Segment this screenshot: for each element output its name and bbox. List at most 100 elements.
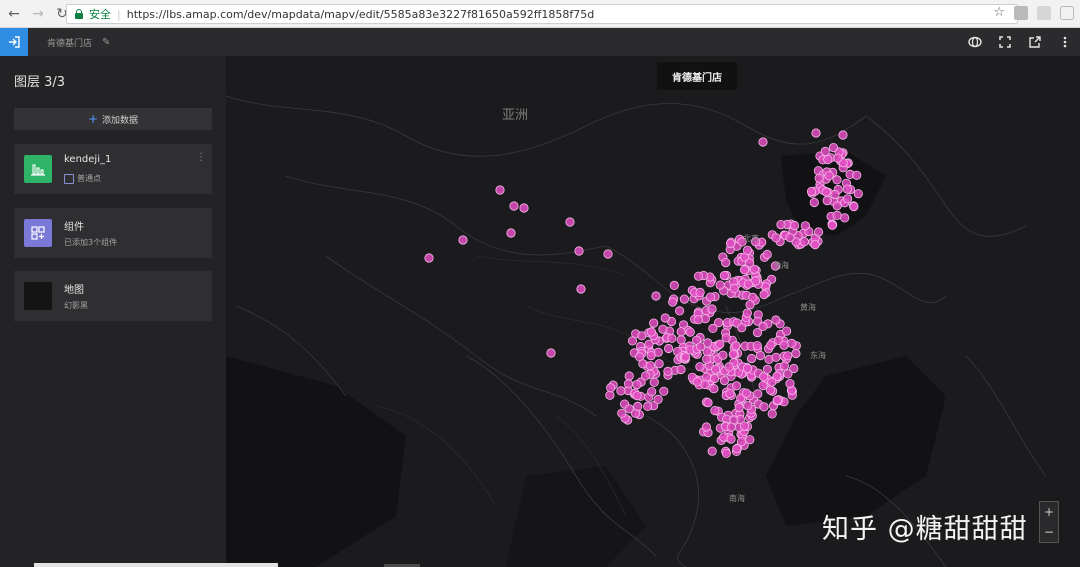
card-menu-icon[interactable]: ⋮ xyxy=(196,152,206,163)
store-point[interactable] xyxy=(759,289,769,300)
store-point[interactable] xyxy=(606,383,616,393)
store-point[interactable] xyxy=(715,280,725,290)
store-point[interactable] xyxy=(745,300,755,310)
store-point[interactable] xyxy=(814,173,824,183)
store-point[interactable] xyxy=(509,201,519,211)
store-point[interactable] xyxy=(832,210,842,220)
store-point[interactable] xyxy=(742,363,753,374)
store-point[interactable] xyxy=(506,228,516,238)
store-point[interactable] xyxy=(832,175,842,185)
store-point[interactable] xyxy=(822,196,832,206)
store-point[interactable] xyxy=(695,362,705,372)
store-point[interactable] xyxy=(783,369,793,379)
exit-button[interactable] xyxy=(0,28,28,56)
store-point[interactable] xyxy=(767,409,777,419)
store-point[interactable] xyxy=(779,361,790,371)
store-point[interactable] xyxy=(759,372,769,382)
store-point[interactable] xyxy=(627,336,638,346)
store-point[interactable] xyxy=(739,421,750,431)
fullscreen-icon[interactable] xyxy=(998,35,1012,49)
store-point[interactable] xyxy=(824,171,834,181)
store-point[interactable] xyxy=(726,434,736,444)
store-point[interactable] xyxy=(647,387,657,397)
store-point[interactable] xyxy=(605,390,615,400)
store-point[interactable] xyxy=(758,321,768,331)
store-point[interactable] xyxy=(646,327,656,337)
store-point[interactable] xyxy=(695,287,705,297)
bookmark-star-icon[interactable]: ☆ xyxy=(993,5,1005,20)
3d-view-icon[interactable] xyxy=(968,35,982,49)
layer-card-widgets[interactable]: 组件 已添加3个组件 xyxy=(14,208,212,258)
extension-icon[interactable] xyxy=(1014,5,1028,20)
store-point[interactable] xyxy=(679,294,689,304)
store-point[interactable] xyxy=(685,327,695,337)
store-point[interactable] xyxy=(732,444,742,454)
store-point[interactable] xyxy=(731,341,741,351)
store-point[interactable] xyxy=(676,327,686,337)
store-point[interactable] xyxy=(781,326,792,336)
store-point[interactable] xyxy=(663,366,673,376)
pencil-icon[interactable]: ✎ xyxy=(102,37,110,48)
project-title[interactable]: 肯德基门店 xyxy=(47,36,92,49)
more-vertical-icon[interactable] xyxy=(1058,35,1072,49)
store-point[interactable] xyxy=(849,202,859,212)
store-point[interactable] xyxy=(721,258,731,268)
store-point[interactable] xyxy=(653,347,663,357)
store-point[interactable] xyxy=(771,352,781,362)
store-point[interactable] xyxy=(809,197,819,208)
zoom-in-icon[interactable]: + xyxy=(1044,505,1054,519)
store-point[interactable] xyxy=(668,297,678,307)
store-point[interactable] xyxy=(737,323,747,333)
store-point[interactable] xyxy=(708,323,718,333)
extension-icon[interactable] xyxy=(1060,5,1074,20)
store-point[interactable] xyxy=(603,249,613,259)
store-point[interactable] xyxy=(424,253,434,263)
store-point[interactable] xyxy=(785,378,795,389)
store-point[interactable] xyxy=(667,333,677,343)
store-point[interactable] xyxy=(546,348,556,358)
store-point[interactable] xyxy=(821,187,831,197)
store-point[interactable] xyxy=(776,220,786,230)
store-point[interactable] xyxy=(495,185,505,195)
store-point[interactable] xyxy=(724,362,734,372)
store-point[interactable] xyxy=(719,375,730,386)
store-point[interactable] xyxy=(767,377,777,387)
store-point[interactable] xyxy=(766,340,776,350)
store-point[interactable] xyxy=(623,379,634,389)
store-point[interactable] xyxy=(832,201,842,211)
store-point[interactable] xyxy=(700,379,710,390)
store-point[interactable] xyxy=(779,340,789,350)
store-point[interactable] xyxy=(680,352,691,362)
layer-card-basemap[interactable]: 地图 幻影黑 xyxy=(14,271,212,321)
store-point[interactable] xyxy=(746,353,757,364)
store-point[interactable] xyxy=(644,339,654,349)
store-point[interactable] xyxy=(741,388,752,398)
store-point[interactable] xyxy=(787,338,797,348)
store-point[interactable] xyxy=(728,349,738,359)
store-point[interactable] xyxy=(705,292,716,302)
store-point[interactable] xyxy=(676,364,686,375)
store-point[interactable] xyxy=(701,372,712,382)
store-point[interactable] xyxy=(643,401,653,411)
store-point[interactable] xyxy=(676,335,686,345)
store-point[interactable] xyxy=(772,395,782,405)
store-point[interactable] xyxy=(758,137,768,147)
store-point[interactable] xyxy=(659,386,669,396)
store-point[interactable] xyxy=(692,377,702,387)
store-point[interactable] xyxy=(840,213,850,223)
store-point[interactable] xyxy=(565,217,575,227)
store-point[interactable] xyxy=(654,359,664,369)
store-point[interactable] xyxy=(707,446,717,456)
store-point[interactable] xyxy=(649,318,659,328)
store-point[interactable] xyxy=(638,359,648,369)
share-icon[interactable] xyxy=(1028,35,1042,49)
store-point[interactable] xyxy=(632,391,642,401)
store-point[interactable] xyxy=(759,402,769,412)
store-point[interactable] xyxy=(731,381,742,391)
store-point[interactable] xyxy=(811,128,821,138)
store-point[interactable] xyxy=(734,402,744,413)
store-point[interactable] xyxy=(574,246,584,256)
store-point[interactable] xyxy=(806,186,817,197)
store-point[interactable] xyxy=(725,388,735,399)
store-point[interactable] xyxy=(828,143,839,153)
